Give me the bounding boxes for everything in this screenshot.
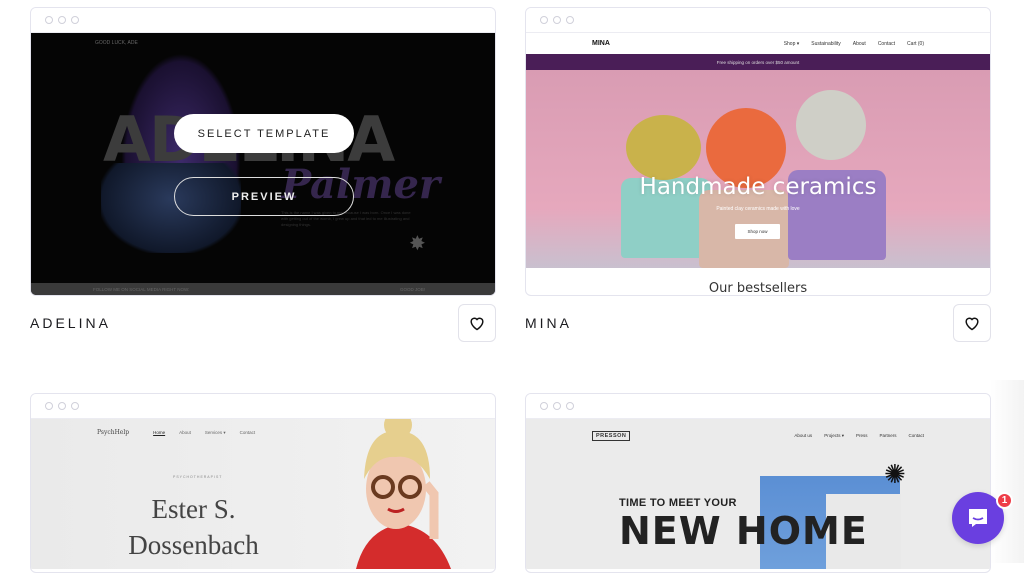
preview-headline: Ester S. Dossenbach xyxy=(31,491,356,563)
burst-icon: ✺ xyxy=(884,459,906,489)
window-dot xyxy=(45,16,53,24)
unread-badge: 1 xyxy=(996,492,1013,509)
window-dot xyxy=(71,16,79,24)
window-dot xyxy=(58,402,66,410)
preview-nav: MINA Shop ▾ Sustainability About Contact… xyxy=(526,33,990,54)
heart-icon xyxy=(470,317,484,331)
nav-link: Contact xyxy=(908,433,924,438)
template-preview-frame[interactable]: PsychHelp Home About Services ▾ Contact … xyxy=(30,393,496,573)
nav-link: Partners xyxy=(879,433,897,438)
window-dot xyxy=(566,16,574,24)
select-template-button[interactable]: SELECT TEMPLATE xyxy=(174,114,354,153)
nav-link: About us xyxy=(794,433,813,438)
window-dot xyxy=(71,402,79,410)
preview-nav: About us Projects ▾ Press Partners Conta… xyxy=(794,433,924,439)
favorite-button[interactable] xyxy=(458,304,496,342)
preview-footer: FOLLOW ME ON SOCIAL MEDIA RIGHT NOW: GOOD… xyxy=(31,283,495,295)
template-name: ADELINA xyxy=(30,315,111,331)
footer-right-text: GOOD JOB! xyxy=(399,286,425,292)
favorite-button[interactable] xyxy=(953,304,991,342)
preview-brand: PsychHelp xyxy=(97,429,130,436)
headline-line: Ester S. xyxy=(151,494,236,524)
browser-chrome xyxy=(31,394,495,419)
nav-link: Services ▾ xyxy=(204,429,226,435)
preview-brand: PRESSON xyxy=(592,431,631,441)
preview-brand: MINA xyxy=(592,40,610,47)
browser-chrome xyxy=(31,8,495,33)
template-card-mina: MINA Shop ▾ Sustainability About Contact… xyxy=(525,7,991,347)
preview-cta: Shop now xyxy=(735,224,780,239)
preview-section-title: Our bestsellers xyxy=(708,280,808,296)
window-dot xyxy=(553,16,561,24)
preview-headline: Handmade ceramics xyxy=(639,174,877,200)
preview-button[interactable]: PREVIEW xyxy=(174,177,354,216)
nav-link: About xyxy=(852,40,866,47)
window-dot xyxy=(566,402,574,410)
window-dot xyxy=(58,16,66,24)
preview-kicker: TIME TO MEET YOUR xyxy=(619,497,737,509)
nav-link: Press xyxy=(855,433,868,438)
template-preview-frame[interactable]: MINA Shop ▾ Sustainability About Contact… xyxy=(525,7,991,296)
template-title-row: MINA xyxy=(525,304,991,342)
window-dot xyxy=(540,402,548,410)
preview-subheadline: Painted clay ceramics made with love xyxy=(716,206,800,212)
window-dot xyxy=(45,402,53,410)
template-preview-frame[interactable]: GOOD LUCK, ADE ADELINA Palmer This is th… xyxy=(30,7,496,296)
template-title-row: ADELINA xyxy=(30,304,496,342)
nav-link: About xyxy=(179,430,191,435)
preview-screenshot: MINA Shop ▾ Sustainability About Contact… xyxy=(526,33,990,296)
nav-link: Sustainability xyxy=(811,40,841,47)
nav-link: Shop ▾ xyxy=(783,40,800,47)
browser-chrome xyxy=(526,394,990,419)
preview-screenshot: PsychHelp Home About Services ▾ Contact … xyxy=(31,419,495,569)
nav-link: Projects ▾ xyxy=(824,433,844,438)
preview-hero: Handmade ceramics Painted clay ceramics … xyxy=(526,70,990,268)
preview-nav: PsychHelp Home About Services ▾ Contact xyxy=(97,429,255,436)
footer-social-text: FOLLOW ME ON SOCIAL MEDIA RIGHT NOW: xyxy=(93,286,190,292)
template-card-presson: PRESSON About us Projects ▾ Press Partne… xyxy=(525,393,991,573)
headline-line: Dossenbach xyxy=(128,530,259,560)
window-dot xyxy=(553,402,561,410)
preview-headline: NEW HOME xyxy=(619,509,868,553)
template-preview-frame[interactable]: PRESSON About us Projects ▾ Press Partne… xyxy=(525,393,991,573)
preview-screenshot: GOOD LUCK, ADE ADELINA Palmer This is th… xyxy=(31,33,495,295)
template-card-adelina: GOOD LUCK, ADE ADELINA Palmer This is th… xyxy=(30,7,496,347)
heart-icon xyxy=(965,317,979,331)
nav-link: Contact xyxy=(239,430,256,435)
cart-link: Cart (0) xyxy=(907,40,924,47)
template-name: MINA xyxy=(525,315,572,331)
preview-screenshot: PRESSON About us Projects ▾ Press Partne… xyxy=(526,419,990,569)
chat-icon xyxy=(969,509,987,527)
shipping-banner: Free shipping on orders over $50 amount xyxy=(526,54,990,70)
browser-chrome xyxy=(526,8,990,33)
preview-logo: GOOD LUCK, ADE xyxy=(95,40,138,46)
template-card-psychhelp: PsychHelp Home About Services ▾ Contact … xyxy=(30,393,496,573)
nav-link: Contact xyxy=(877,40,896,47)
portrait-photo xyxy=(356,419,451,569)
preview-tag: PSYCHOTHERAPIST xyxy=(173,475,223,479)
window-dot xyxy=(540,16,548,24)
star-icon: ✸ xyxy=(409,233,426,255)
nav-link: Home xyxy=(153,430,166,435)
